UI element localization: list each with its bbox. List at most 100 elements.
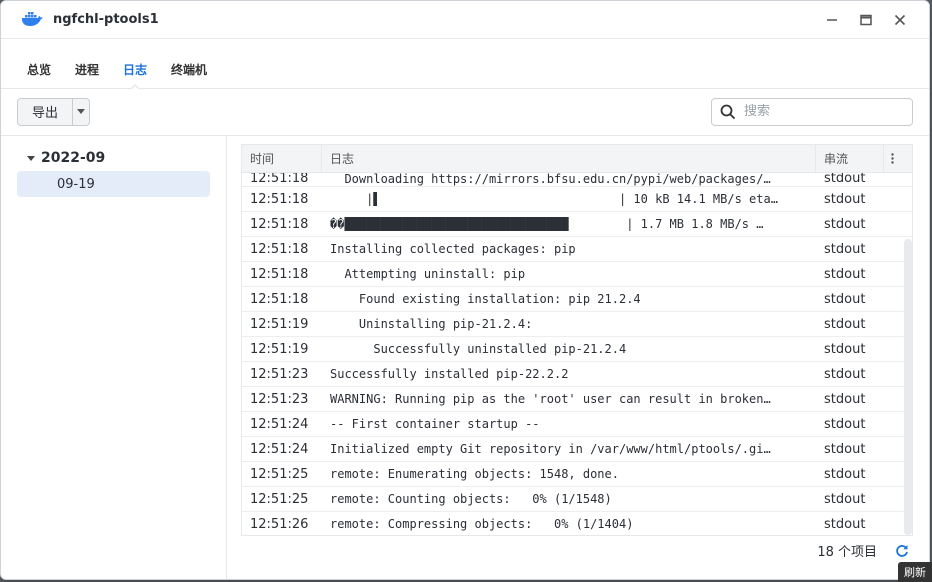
row-stream: stdout — [824, 441, 866, 457]
column-header-stream[interactable]: 串流 — [816, 145, 884, 172]
refresh-icon — [896, 544, 908, 557]
row-log: Initialized empty Git repository in /var… — [330, 442, 771, 456]
log-panel: 时间 日志 串流 12:51:18 Downloading https://mi… — [227, 136, 929, 579]
table-row: 12:51:25 remote: Enumerating objects: 15… — [242, 462, 912, 487]
row-stream: stdout — [824, 191, 866, 207]
vertical-scrollbar[interactable] — [904, 239, 912, 535]
search-input[interactable] — [744, 104, 894, 119]
minimize-icon — [827, 18, 837, 21]
row-log: remote: Counting objects: 0% (1/1548) — [330, 492, 612, 506]
table-row: 12:51:18 |▌ | 10 kB 14.1 MB/s eta… stdou… — [242, 187, 912, 212]
row-time: 12:51:26 — [250, 516, 309, 532]
tab-overview[interactable]: 总览 — [27, 61, 51, 88]
row-log: remote: Enumerating objects: 1548, done. — [330, 467, 619, 481]
close-icon — [894, 14, 906, 25]
tab-terminal[interactable]: 终端机 — [171, 61, 207, 88]
content-area: 2022-09 09-19 时间 日志 串流 12:51:18 Download — [1, 135, 929, 579]
export-dropdown-button[interactable] — [73, 99, 89, 125]
column-header-time[interactable]: 时间 — [242, 145, 322, 172]
docker-whale-icon — [21, 9, 43, 31]
caret-down-icon — [77, 109, 86, 114]
row-stream: stdout — [824, 241, 866, 257]
row-stream: stdout — [824, 266, 866, 282]
table-row: 12:51:26 remote: Compressing objects: 0%… — [242, 512, 912, 535]
table-row: 12:51:25 remote: Counting objects: 0% (1… — [242, 487, 912, 512]
tree-year-label: 2022-09 — [41, 150, 106, 166]
table-row: 12:51:18 Installing collected packages: … — [242, 237, 912, 262]
refresh-button[interactable] — [893, 542, 911, 560]
row-time: 12:51:24 — [250, 416, 309, 432]
table-row: 12:51:19 Uninstalling pip-21.2.4: stdout — [242, 312, 912, 337]
maximize-button[interactable] — [849, 5, 883, 35]
row-time: 12:51:19 — [250, 341, 309, 357]
window-controls — [815, 5, 929, 35]
row-time: 12:51:23 — [250, 391, 309, 407]
row-log: Downloading https://mirrors.bfsu.edu.cn/… — [330, 173, 771, 186]
search-box — [711, 97, 913, 126]
row-stream: stdout — [824, 391, 866, 407]
row-time: 12:51:23 — [250, 366, 309, 382]
row-time: 12:51:18 — [250, 216, 309, 232]
table-row: 12:51:18 Attempting uninstall: pip stdou… — [242, 262, 912, 287]
row-stream: stdout — [824, 466, 866, 482]
table-row: 12:51:18 Downloading https://mirrors.bfs… — [242, 173, 912, 187]
minimize-button[interactable] — [815, 5, 849, 35]
row-stream: stdout — [824, 491, 866, 507]
row-log: Installing collected packages: pip — [330, 242, 576, 256]
column-header-log[interactable]: 日志 — [322, 145, 816, 172]
close-button[interactable] — [883, 5, 917, 35]
tree-day-node[interactable]: 09-19 — [17, 171, 210, 197]
row-time: 12:51:18 — [250, 266, 309, 282]
title-bar: ngfchl-ptools1 — [1, 1, 929, 39]
toolbar: 导出 — [1, 89, 929, 134]
row-stream: stdout — [824, 316, 866, 332]
table-header: 时间 日志 串流 — [242, 145, 912, 173]
row-time: 12:51:18 — [250, 173, 309, 186]
refresh-tooltip: 刷新 — [898, 562, 932, 582]
row-log: Found existing installation: pip 21.2.4 — [330, 292, 641, 306]
table-row: 12:51:23 Successfully installed pip-22.2… — [242, 362, 912, 387]
window-title: ngfchl-ptools1 — [53, 12, 159, 27]
row-log: -- First container startup -- — [330, 417, 540, 431]
row-time: 12:51:25 — [250, 466, 309, 482]
export-button[interactable]: 导出 — [18, 98, 74, 125]
tab-logs[interactable]: 日志 — [123, 61, 147, 90]
table-row: 12:51:24 -- First container startup -- s… — [242, 412, 912, 437]
row-time: 12:51:18 — [250, 291, 309, 307]
row-stream: stdout — [824, 341, 866, 357]
row-time: 12:51:24 — [250, 441, 309, 457]
row-log: WARNING: Running pip as the 'root' user … — [330, 392, 771, 406]
column-menu-button[interactable] — [884, 145, 900, 172]
more-vertical-icon — [890, 153, 894, 164]
row-log: Uninstalling pip-21.2.4: — [330, 317, 533, 331]
log-table: 时间 日志 串流 12:51:18 Downloading https://mi… — [241, 144, 913, 535]
row-stream: stdout — [824, 291, 866, 307]
item-count: 18 个项目 — [817, 545, 877, 560]
row-log: ��███████████████████████████████ | 1.7 … — [330, 217, 764, 231]
table-row: 12:51:18 Found existing installation: pi… — [242, 287, 912, 312]
row-time: 12:51:18 — [250, 241, 309, 257]
row-log: |▌ | 10 kB 14.1 MB/s eta… — [330, 192, 778, 206]
row-log: Successfully uninstalled pip-21.2.4 — [330, 342, 627, 356]
row-stream: stdout — [824, 173, 866, 186]
row-log: Successfully installed pip-22.2.2 — [330, 367, 569, 381]
table-footer: 18 个项目 — [241, 535, 913, 565]
tree-year-node[interactable]: 2022-09 — [17, 148, 210, 168]
table-row: 12:51:18 ��█████████████████████████████… — [242, 212, 912, 237]
row-time: 12:51:18 — [250, 191, 309, 207]
tab-processes[interactable]: 进程 — [75, 61, 99, 88]
export-split-button: 导出 — [17, 97, 91, 126]
search-icon — [720, 104, 736, 119]
table-row: 12:51:23 WARNING: Running pip as the 'ro… — [242, 387, 912, 412]
caret-down-icon — [27, 155, 35, 161]
row-stream: stdout — [824, 366, 866, 382]
date-tree: 2022-09 09-19 — [1, 136, 227, 579]
container-window: ngfchl-ptools1 总览 进程 日志 终端机 导出 搜索 2022-0… — [0, 0, 930, 580]
row-log: remote: Compressing objects: 0% (1/1404) — [330, 517, 634, 531]
row-stream: stdout — [824, 416, 866, 432]
row-stream: stdout — [824, 216, 866, 232]
row-stream: stdout — [824, 516, 866, 532]
table-body: 12:51:18 Downloading https://mirrors.bfs… — [242, 173, 912, 535]
table-row: 12:51:24 Initialized empty Git repositor… — [242, 437, 912, 462]
tab-bar: 总览 进程 日志 终端机 — [1, 39, 929, 90]
